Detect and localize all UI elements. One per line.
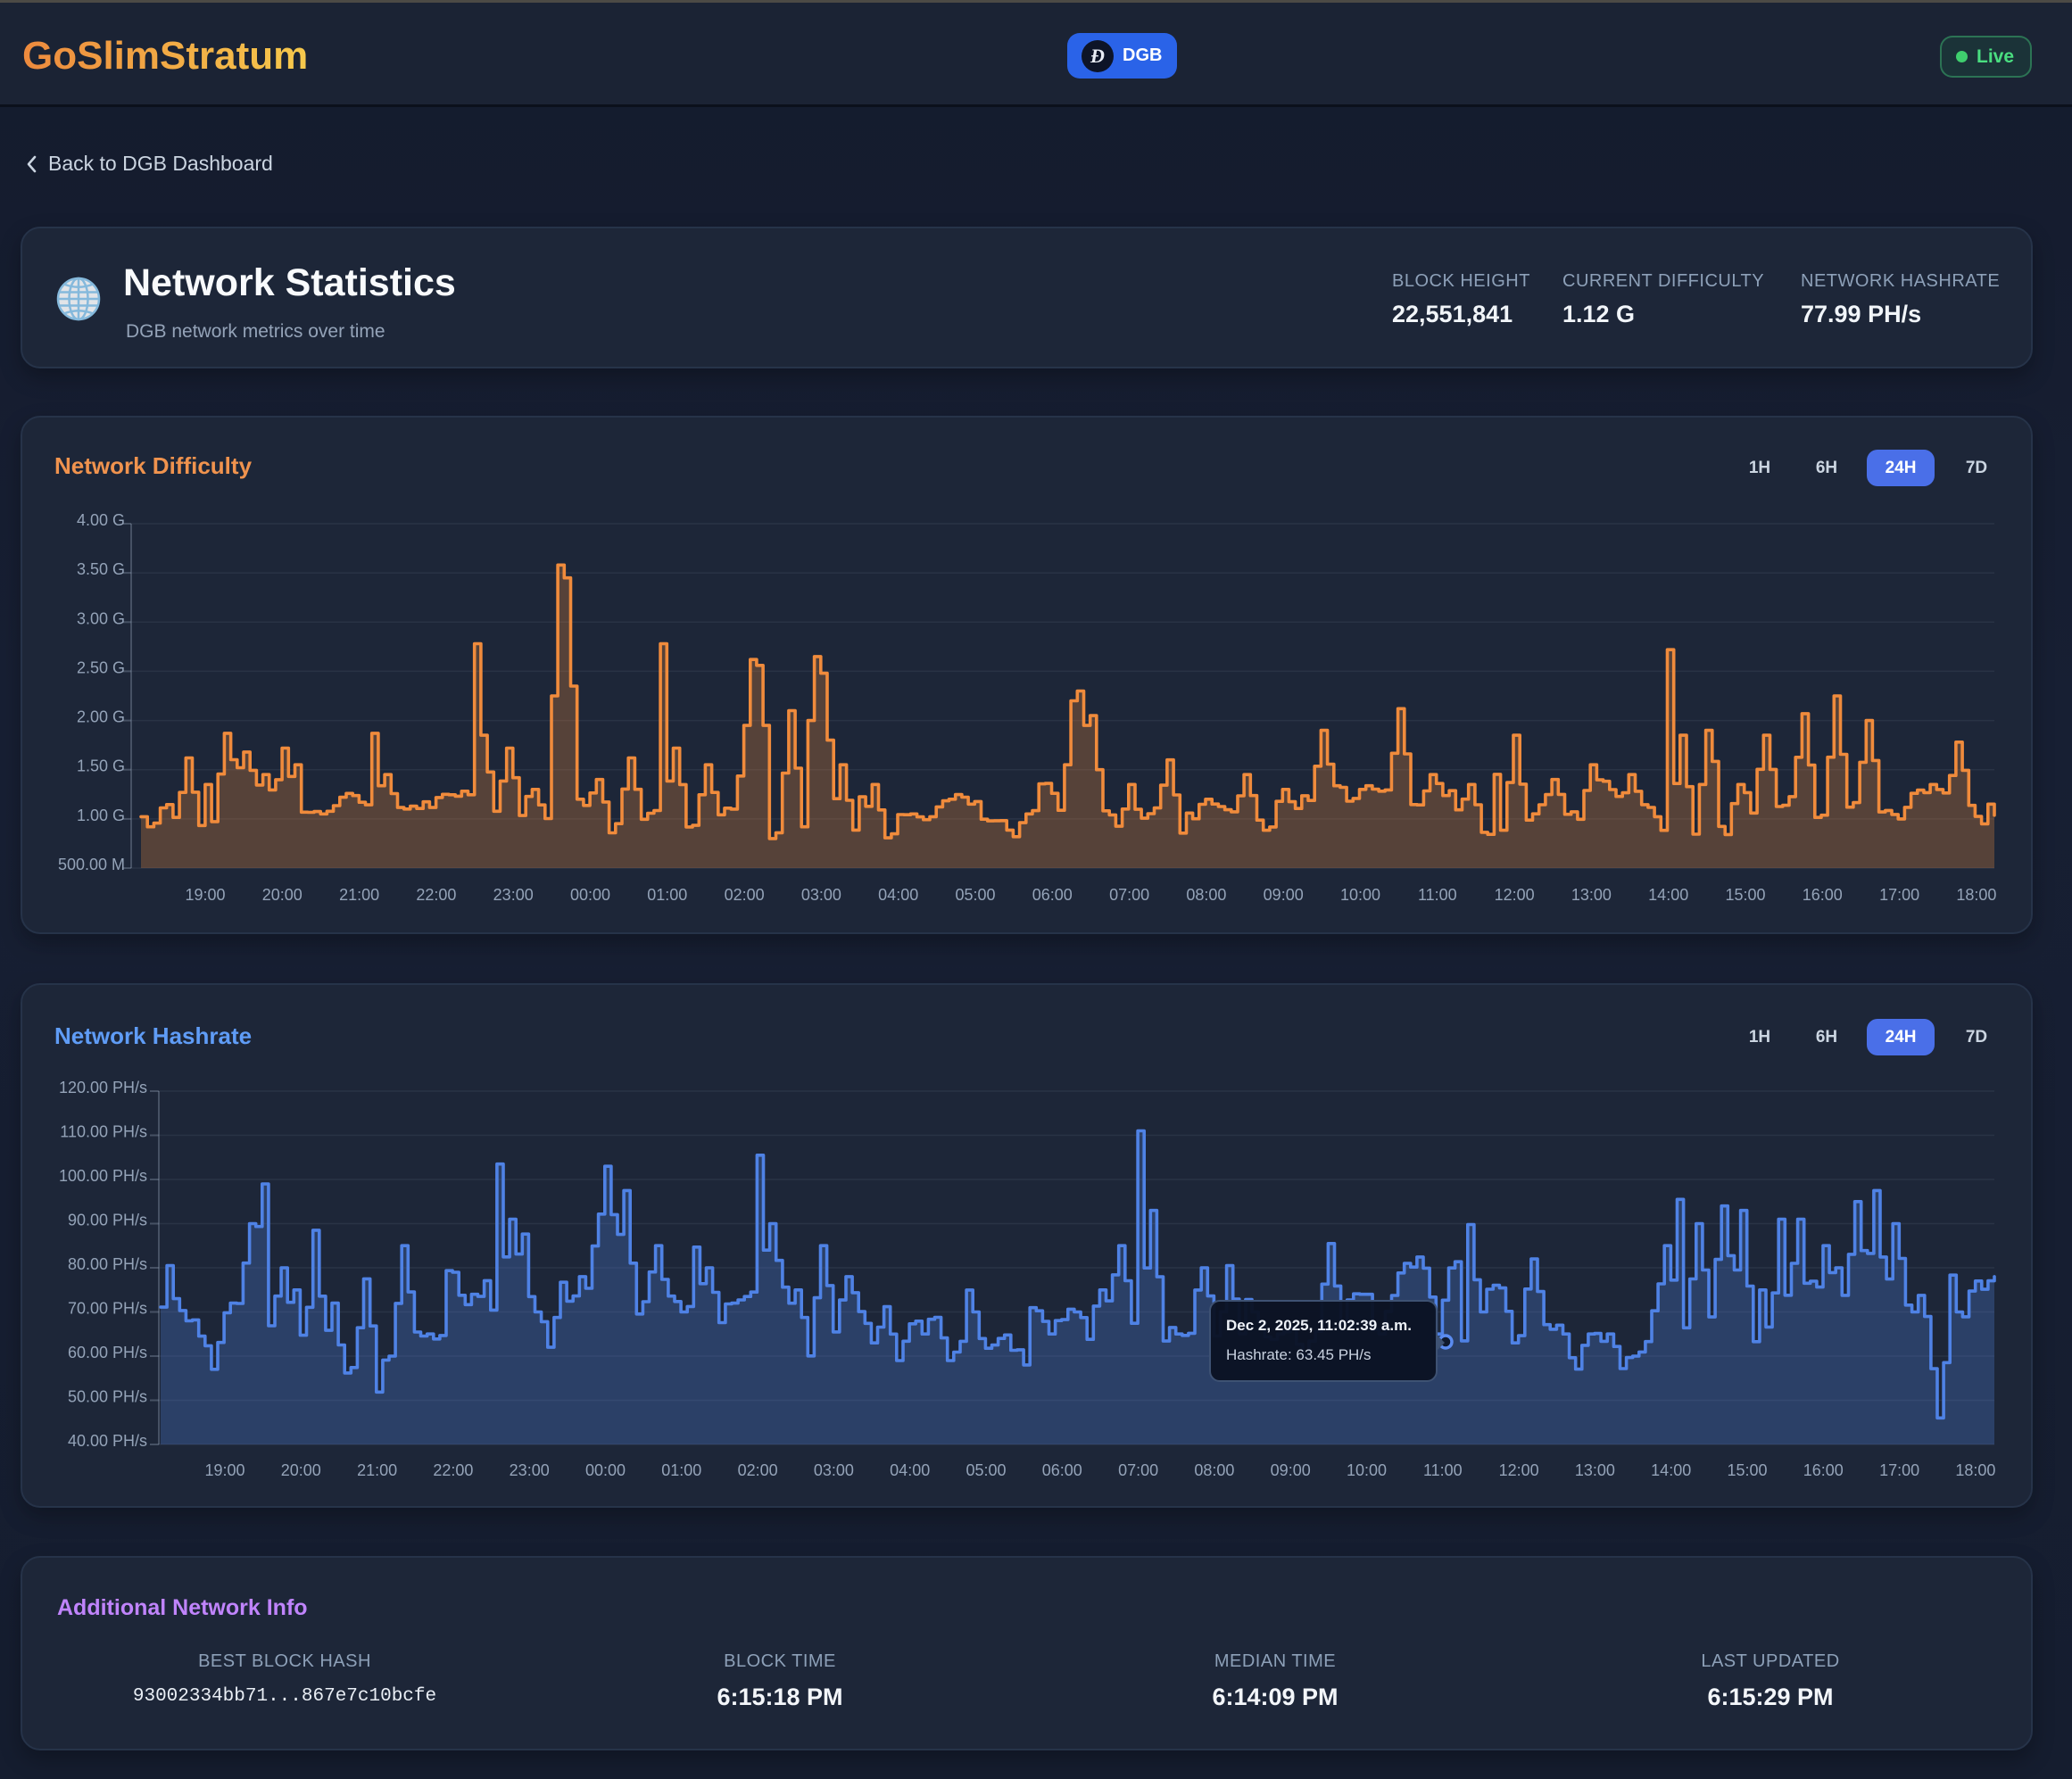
svg-text:06:00: 06:00	[1032, 886, 1073, 904]
svg-text:21:00: 21:00	[339, 886, 379, 904]
svg-text:01:00: 01:00	[647, 886, 687, 904]
svg-text:19:00: 19:00	[204, 1461, 244, 1479]
svg-text:3.00 G: 3.00 G	[77, 609, 125, 627]
svg-text:17:00: 17:00	[1879, 886, 1919, 904]
svg-text:80.00 PH/s: 80.00 PH/s	[68, 1255, 147, 1273]
svg-text:05:00: 05:00	[955, 886, 995, 904]
svg-text:10:00: 10:00	[1347, 1461, 1387, 1479]
svg-text:20:00: 20:00	[281, 1461, 321, 1479]
svg-text:02:00: 02:00	[738, 1461, 778, 1479]
svg-text:60.00 PH/s: 60.00 PH/s	[68, 1344, 147, 1361]
svg-text:11:00: 11:00	[1423, 1461, 1463, 1479]
svg-text:13:00: 13:00	[1575, 1461, 1615, 1479]
svg-text:2.50 G: 2.50 G	[77, 658, 125, 676]
svg-text:90.00 PH/s: 90.00 PH/s	[68, 1212, 147, 1229]
svg-text:08:00: 08:00	[1194, 1461, 1234, 1479]
svg-text:03:00: 03:00	[801, 886, 841, 904]
svg-text:120.00 PH/s: 120.00 PH/s	[59, 1079, 147, 1096]
svg-text:21:00: 21:00	[357, 1461, 397, 1479]
svg-text:15:00: 15:00	[1727, 1461, 1767, 1479]
svg-text:03:00: 03:00	[814, 1461, 854, 1479]
svg-text:17:00: 17:00	[1879, 1461, 1919, 1479]
svg-text:16:00: 16:00	[1803, 886, 1843, 904]
svg-text:500.00 M: 500.00 M	[58, 856, 125, 873]
svg-text:05:00: 05:00	[966, 1461, 1006, 1479]
svg-text:100.00 PH/s: 100.00 PH/s	[59, 1167, 147, 1185]
svg-text:19:00: 19:00	[185, 886, 225, 904]
svg-text:08:00: 08:00	[1186, 886, 1226, 904]
svg-text:18:00: 18:00	[1956, 886, 1996, 904]
svg-text:16:00: 16:00	[1803, 1461, 1844, 1479]
svg-text:15:00: 15:00	[1725, 886, 1765, 904]
svg-text:00:00: 00:00	[570, 886, 610, 904]
svg-text:00:00: 00:00	[585, 1461, 626, 1479]
svg-text:12:00: 12:00	[1495, 886, 1535, 904]
svg-text:14:00: 14:00	[1648, 886, 1688, 904]
svg-text:4.00 G: 4.00 G	[77, 511, 125, 529]
svg-text:09:00: 09:00	[1264, 886, 1304, 904]
svg-text:1.50 G: 1.50 G	[77, 757, 125, 775]
svg-text:22:00: 22:00	[433, 1461, 473, 1479]
svg-text:22:00: 22:00	[416, 886, 456, 904]
svg-text:07:00: 07:00	[1118, 1461, 1158, 1479]
svg-text:14:00: 14:00	[1651, 1461, 1691, 1479]
svg-text:18:00: 18:00	[1955, 1461, 1995, 1479]
svg-text:23:00: 23:00	[493, 886, 534, 904]
svg-text:2.00 G: 2.00 G	[77, 708, 125, 726]
svg-text:06:00: 06:00	[1042, 1461, 1082, 1479]
svg-text:3.50 G: 3.50 G	[77, 560, 125, 578]
svg-text:10:00: 10:00	[1340, 886, 1380, 904]
svg-text:01:00: 01:00	[661, 1461, 701, 1479]
svg-text:40.00 PH/s: 40.00 PH/s	[68, 1432, 147, 1450]
svg-text:09:00: 09:00	[1271, 1461, 1311, 1479]
svg-text:110.00 PH/s: 110.00 PH/s	[60, 1123, 147, 1141]
svg-text:20:00: 20:00	[262, 886, 303, 904]
svg-text:04:00: 04:00	[878, 886, 918, 904]
svg-text:50.00 PH/s: 50.00 PH/s	[68, 1388, 147, 1406]
svg-text:23:00: 23:00	[510, 1461, 550, 1479]
svg-text:02:00: 02:00	[725, 886, 765, 904]
svg-text:11:00: 11:00	[1418, 886, 1457, 904]
svg-text:04:00: 04:00	[890, 1461, 930, 1479]
svg-text:07:00: 07:00	[1109, 886, 1149, 904]
svg-text:1.00 G: 1.00 G	[77, 807, 125, 824]
svg-text:70.00 PH/s: 70.00 PH/s	[68, 1300, 147, 1318]
svg-text:12:00: 12:00	[1499, 1461, 1539, 1479]
svg-text:13:00: 13:00	[1571, 886, 1612, 904]
